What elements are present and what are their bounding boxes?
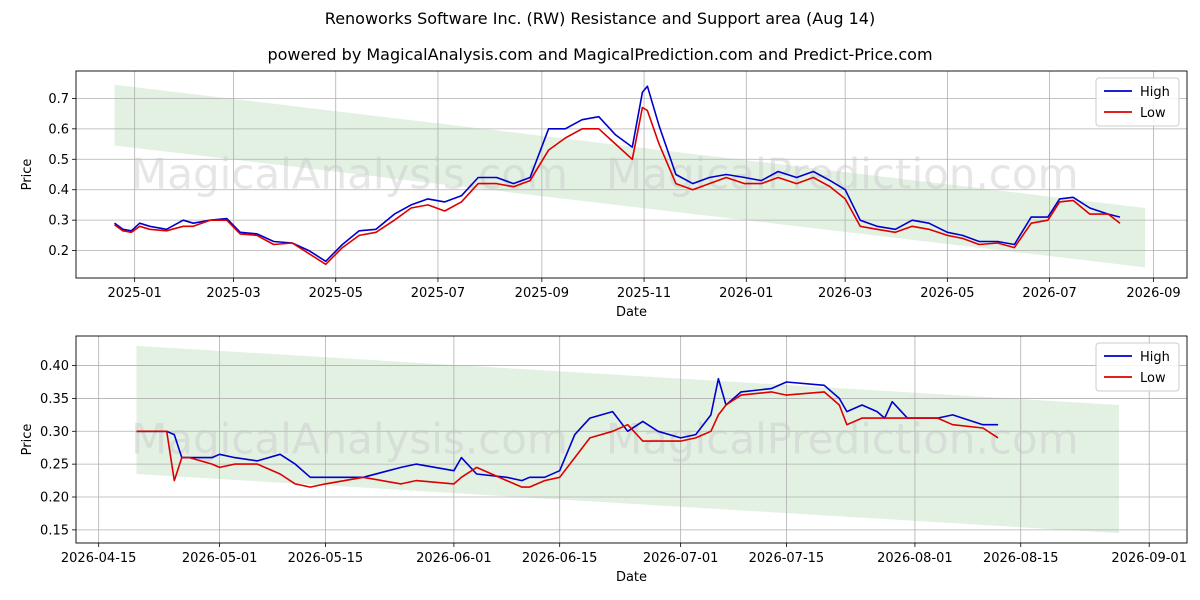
bottom-y-tick-label: 0.35 [40, 392, 69, 407]
bottom-watermark-prediction: MagicalPrediction.com [606, 415, 1079, 464]
top-x-tick-label: 2026-05 [920, 286, 974, 301]
bottom-y-tick-label: 0.20 [40, 491, 69, 506]
top-x-tick-label: 2025-03 [206, 286, 260, 301]
top-legend-label-low: Low [1140, 106, 1166, 121]
bottom-x-tick-label: 2026-09-01 [1111, 551, 1187, 566]
top-watermark-analysis: MagicalAnalysis.com [131, 150, 568, 199]
chart-top: 2025-01 2025-03 2025-05 2025-07 2025-09 2025-… [20, 70, 1188, 320]
figure-canvas: 2025-01 2025-03 2025-05 2025-07 2025-09 2025-… [20, 70, 1188, 585]
chart-bottom: 2026-04-15 2026-05-01 2026-05-15 2026-06-01… [20, 335, 1188, 585]
bottom-y-axis-label: Price [20, 424, 35, 456]
top-x-axis-label: Date [616, 305, 647, 320]
bottom-x-tick-label: 2026-08-01 [877, 551, 953, 566]
bottom-x-tick-label: 2026-05-01 [182, 551, 258, 566]
bottom-x-tick-label: 2026-05-15 [288, 551, 364, 566]
bottom-x-tick-label: 2026-07-15 [749, 551, 825, 566]
bottom-y-tick-label: 0.40 [40, 359, 69, 374]
top-y-tick-label: 0.7 [48, 92, 69, 107]
top-x-tick-label: 2025-05 [309, 286, 363, 301]
bottom-x-tick-label: 2026-08-15 [983, 551, 1059, 566]
top-y-tick-label: 0.2 [48, 244, 69, 259]
top-x-tick-label: 2026-07 [1022, 286, 1076, 301]
top-x-tick-label: 2026-09 [1126, 286, 1180, 301]
bottom-y-tick-label: 0.30 [40, 425, 69, 440]
bottom-legend-label-high: High [1140, 350, 1170, 365]
top-watermark-prediction: MagicalPrediction.com [606, 150, 1079, 199]
bottom-x-tick-label: 2026-04-15 [61, 551, 137, 566]
top-x-tick-label: 2025-11 [617, 286, 671, 301]
top-x-tick-label: 2026-01 [719, 286, 773, 301]
top-y-tick-label: 0.6 [48, 122, 69, 137]
top-y-tick-label: 0.5 [48, 153, 69, 168]
bottom-legend-label-low: Low [1140, 371, 1166, 386]
top-x-tick-label: 2025-01 [107, 286, 161, 301]
bottom-x-tick-label: 2026-06-15 [522, 551, 598, 566]
top-y-tick-label: 0.4 [48, 183, 69, 198]
bottom-y-tick-label: 0.25 [40, 458, 69, 473]
top-x-tick-label: 2025-09 [515, 286, 569, 301]
bottom-x-tick-label: 2026-06-01 [416, 551, 492, 566]
top-x-tick-label: 2026-03 [818, 286, 872, 301]
bottom-watermark-analysis: MagicalAnalysis.com [131, 415, 568, 464]
top-legend-label-high: High [1140, 85, 1170, 100]
bottom-x-tick-label: 2026-07-01 [643, 551, 719, 566]
bottom-x-axis-label: Date [616, 570, 647, 585]
top-y-axis-label: Price [20, 159, 35, 191]
top-y-tick-label: 0.3 [48, 214, 69, 229]
top-x-tick-label: 2025-07 [411, 286, 465, 301]
bottom-y-tick-label: 0.15 [40, 523, 69, 538]
